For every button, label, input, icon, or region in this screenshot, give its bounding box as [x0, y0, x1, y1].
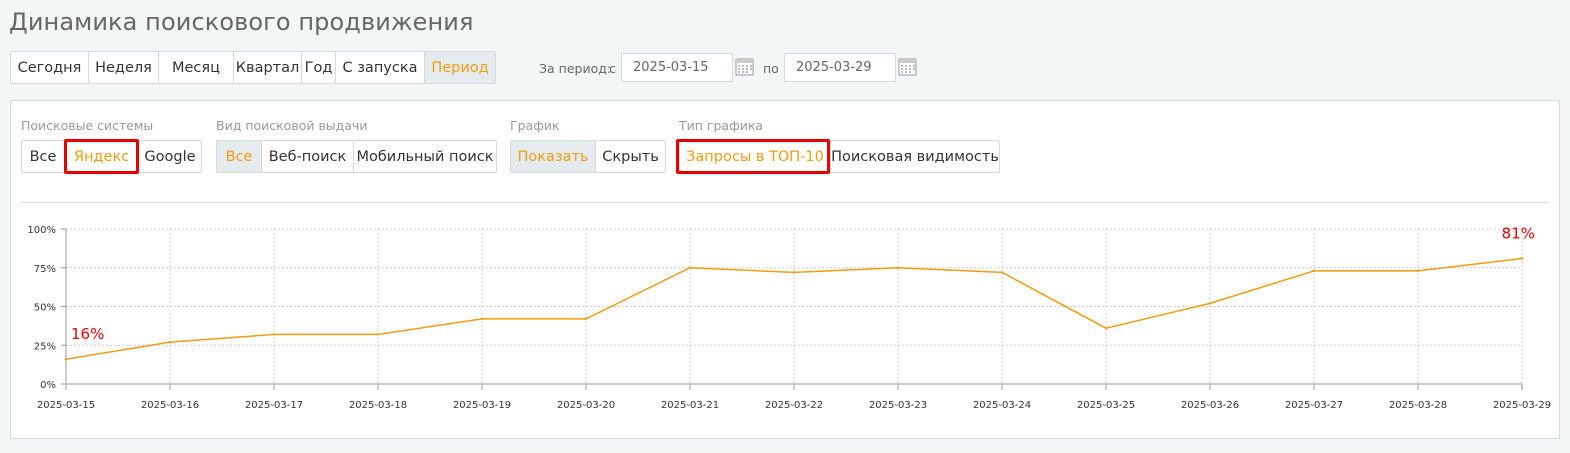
data-point: [1104, 327, 1108, 330]
x-tick-label: 2025-03-17: [245, 400, 303, 411]
top10-chart: 0% 25% 50% 75% 100% 2025-03-15 2025-03-16 2025-…: [27, 224, 1551, 411]
x-tick-label: 2025-03-25: [1077, 400, 1135, 411]
data-point: [792, 271, 796, 274]
y-tick-label: 75%: [34, 264, 56, 275]
x-tick-label: 2025-03-15: [37, 400, 95, 411]
x-tick-label: 2025-03-26: [1181, 400, 1239, 411]
data-point: [896, 266, 900, 269]
x-tick-label: 2025-03-24: [973, 400, 1031, 411]
data-point: [272, 333, 276, 336]
x-tick-label: 2025-03-28: [1389, 400, 1447, 411]
x-tick-label: 2025-03-21: [661, 400, 719, 411]
x-tick-label: 2025-03-20: [557, 400, 615, 411]
data-label: 16%: [71, 325, 104, 343]
data-point: [1312, 269, 1316, 273]
data-point: [64, 358, 68, 361]
data-point: [1416, 269, 1420, 273]
data-point: [1520, 257, 1524, 260]
x-tick-label: 2025-03-29: [1493, 400, 1551, 411]
data-point: [688, 266, 692, 269]
y-tick-label: 50%: [34, 303, 56, 314]
x-tick-label: 2025-03-16: [141, 400, 199, 411]
data-label: 81%: [1502, 224, 1535, 242]
x-tick-label: 2025-03-22: [765, 400, 823, 411]
y-tick-label: 0%: [40, 380, 56, 391]
y-tick-label: 100%: [27, 225, 56, 236]
data-point: [1000, 271, 1004, 274]
x-tick-label: 2025-03-23: [869, 400, 927, 411]
data-point: [168, 340, 172, 344]
data-point: [480, 317, 484, 321]
y-tick-label: 25%: [34, 341, 56, 352]
data-point: [584, 317, 588, 321]
x-tick-label: 2025-03-18: [349, 400, 407, 411]
data-point: [1208, 302, 1212, 305]
x-tick-label: 2025-03-19: [453, 400, 511, 411]
data-point: [376, 333, 380, 336]
x-tick-label: 2025-03-27: [1285, 400, 1343, 411]
